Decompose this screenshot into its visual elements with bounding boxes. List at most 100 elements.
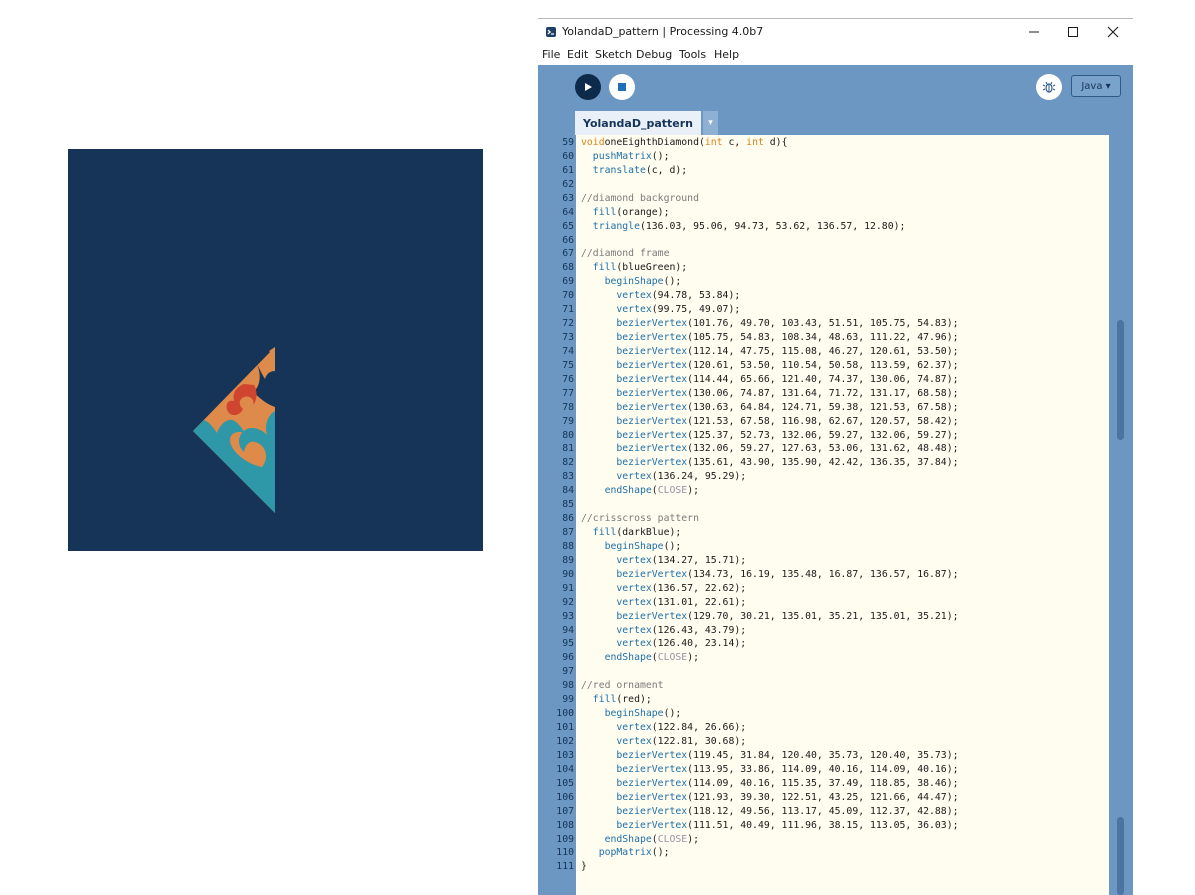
code-line: 108 bezierVertex(111.51, 40.49, 111.96, … <box>538 819 1133 833</box>
code-token: bezierVertex <box>616 805 688 817</box>
code-text: bezierVertex(112.14, 47.75, 115.08, 46.2… <box>581 345 958 359</box>
code-text: endShape(CLOSE); <box>581 484 699 498</box>
code-line: 66 <box>538 234 1133 248</box>
tab-yolandad-pattern[interactable]: YolandaD_pattern <box>575 111 701 135</box>
code-line: 102 vertex(122.81, 30.68); <box>538 735 1133 749</box>
code-token: bezierVertex <box>616 373 688 385</box>
code-line: 79 bezierVertex(121.53, 67.58, 116.98, 6… <box>538 415 1133 429</box>
code-token: vertex <box>616 554 652 566</box>
code-token: (101.76, 49.70, 103.43, 51.51, 105.75, 5… <box>687 318 959 330</box>
code-token: (119.45, 31.84, 120.40, 35.73, 120.40, 3… <box>687 749 959 761</box>
line-number: 89 <box>562 554 574 566</box>
run-button[interactable] <box>575 74 601 100</box>
code-line: 67 //diamond frame <box>538 247 1133 261</box>
code-token: (136.24, 95.29); <box>651 471 747 483</box>
code-token: (130.63, 64.84, 124.71, 59.38, 121.53, 6… <box>687 401 959 413</box>
line-number: 63 <box>562 192 574 204</box>
code-token: bezierVertex <box>616 568 688 580</box>
code-text: bezierVertex(130.06, 74.87, 131.64, 71.7… <box>581 387 958 401</box>
minimize-button[interactable] <box>1025 24 1043 40</box>
code-line: 95 vertex(126.40, 23.14); <box>538 637 1133 651</box>
code-text: endShape(CLOSE); <box>581 651 699 665</box>
code-token: //diamond frame <box>581 248 670 260</box>
mode-selector[interactable]: Java ▾ <box>1071 75 1121 97</box>
code-token: endShape <box>604 833 652 845</box>
line-number: 101 <box>556 722 574 734</box>
line-number: 90 <box>562 568 574 580</box>
code-line: 83 vertex(136.24, 95.29); <box>538 470 1133 484</box>
menu-file[interactable]: File <box>542 48 560 61</box>
code-token: (129.70, 30.21, 135.01, 35.21, 135.01, 3… <box>687 610 959 622</box>
code-text: vertex(136.57, 22.62); <box>581 582 746 596</box>
line-number: 88 <box>562 540 574 552</box>
line-number: 67 <box>562 248 574 260</box>
code-text: fill(darkBlue); <box>581 526 681 540</box>
debug-button[interactable] <box>1036 74 1062 100</box>
code-token: bezierVertex <box>616 318 688 330</box>
diamond-pattern-graphic <box>193 347 275 513</box>
code-token: (); <box>663 276 682 288</box>
code-token: (134.27, 15.71); <box>651 554 747 566</box>
menu-bar: File Edit Sketch Debug Tools Help <box>538 46 1133 65</box>
code-text: bezierVertex(101.76, 49.70, 103.43, 51.5… <box>581 317 959 331</box>
code-line: 85 <box>538 498 1133 512</box>
maximize-button[interactable] <box>1064 24 1082 40</box>
code-token: (132.06, 59.27, 127.63, 53.06, 131.62, 4… <box>687 443 959 455</box>
processing-ide-window: YolandaD_pattern | Processing 4.0b7 File… <box>538 18 1133 895</box>
code-text: bezierVertex(114.44, 65.66, 121.40, 74.3… <box>581 373 959 387</box>
menu-sketch[interactable]: Sketch <box>595 48 632 61</box>
code-token: (122.84, 26.66); <box>651 722 747 734</box>
code-line: 69 beginShape(); <box>538 275 1133 289</box>
line-number: 72 <box>562 318 574 330</box>
line-number: 65 <box>562 220 574 232</box>
menu-tools[interactable]: Tools <box>679 48 706 61</box>
code-token: beginShape <box>604 276 664 288</box>
stop-button[interactable] <box>609 74 635 100</box>
code-text: triangle(136.03, 95.06, 94.73, 53.62, 13… <box>581 220 906 234</box>
tab-menu-button[interactable]: ▾ <box>703 111 718 135</box>
menu-edit[interactable]: Edit <box>567 48 588 61</box>
code-text: bezierVertex(105.75, 54.83, 108.34, 48.6… <box>581 331 958 345</box>
code-token: translate <box>592 164 646 176</box>
code-text: fill(blueGreen); <box>581 261 687 275</box>
code-token: (114.09, 40.16, 115.35, 37.49, 118.85, 3… <box>687 777 959 789</box>
code-token: ); <box>687 833 699 845</box>
code-text: bezierVertex(119.45, 31.84, 120.40, 35.7… <box>581 749 959 763</box>
code-token: CLOSE <box>657 652 688 664</box>
code-text: vertex(126.43, 43.79); <box>581 624 746 638</box>
code-token: triangle <box>592 220 640 232</box>
code-text: translate(c, d); <box>581 164 687 178</box>
code-line: 60 pushMatrix(); <box>538 150 1133 164</box>
line-number: 111 <box>556 861 574 873</box>
close-button[interactable] <box>1104 24 1122 40</box>
code-text: fill(red); <box>581 693 652 707</box>
line-number: 77 <box>562 387 574 399</box>
code-line: 75 bezierVertex(120.61, 53.50, 110.54, 5… <box>538 359 1133 373</box>
code-token: vertex <box>616 582 652 594</box>
processing-app-icon <box>546 27 556 37</box>
code-text: beginShape(); <box>581 540 682 554</box>
menu-debug[interactable]: Debug <box>636 48 672 61</box>
code-token: (122.81, 30.68); <box>651 735 747 747</box>
code-token: (114.44, 65.66, 121.40, 74.37, 130.06, 7… <box>687 373 959 385</box>
code-text: endShape(CLOSE); <box>581 833 699 847</box>
code-line: 106 bezierVertex(121.93, 39.30, 122.51, … <box>538 791 1133 805</box>
code-token: (94.78, 53.84); <box>651 290 741 302</box>
code-token: bezierVertex <box>616 819 688 831</box>
code-token: popMatrix <box>598 847 652 859</box>
code-token: (darkBlue); <box>616 527 682 539</box>
menu-help[interactable]: Help <box>714 48 739 61</box>
code-token: bezierVertex <box>616 332 688 344</box>
code-token: fill <box>592 527 617 539</box>
code-token: void <box>581 137 605 148</box>
